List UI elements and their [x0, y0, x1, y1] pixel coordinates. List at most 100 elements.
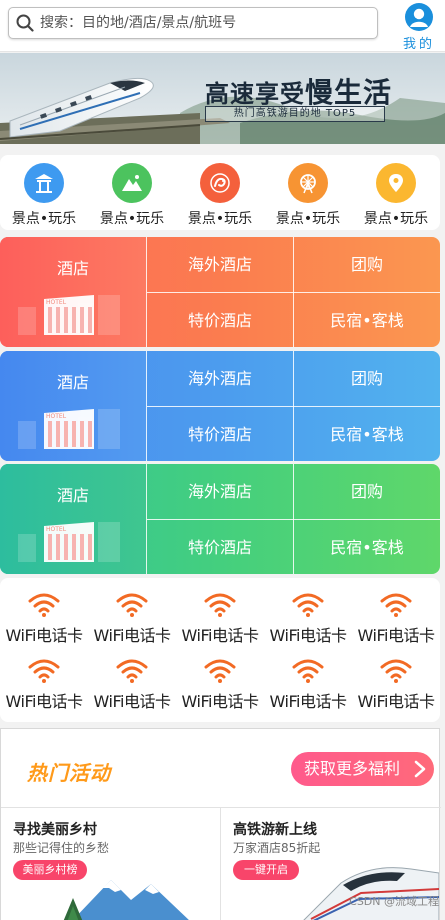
- wifi-card-item[interactable]: WiFi电话卡: [352, 582, 440, 648]
- wifi-card-item[interactable]: WiFi电话卡: [352, 648, 440, 714]
- mountain-icon: [112, 163, 152, 203]
- wifi-icon: [116, 593, 148, 617]
- wifi-card-label: WiFi电话卡: [5, 626, 83, 645]
- search-input[interactable]: [40, 11, 370, 35]
- overseas-hotel-tile[interactable]: 海外酒店: [147, 351, 293, 406]
- my-account-label: 我的: [402, 37, 435, 52]
- special-hotel-tile[interactable]: 特价酒店: [147, 293, 293, 347]
- overseas-hotel-tile[interactable]: 海外酒店: [147, 237, 293, 292]
- banner-title-emphasis: 慢生活: [305, 76, 393, 109]
- location-pin-icon: [376, 163, 416, 203]
- chevron-right-icon: [414, 760, 426, 778]
- hotel-grid-red: 酒店 HOTEL 海外酒店 团购 特价酒店 民宿•客栈: [0, 237, 440, 347]
- ferris-wheel-icon: [288, 163, 328, 203]
- category-label: 景点•玩乐: [363, 211, 429, 227]
- category-label: 景点•玩乐: [275, 211, 341, 227]
- promo-banner[interactable]: 高速享受慢生活 热门高铁游目的地 TOP5: [0, 53, 445, 144]
- category-item[interactable]: 景点•玩乐: [264, 155, 352, 230]
- more-benefits-button[interactable]: 获取更多福利: [291, 752, 434, 786]
- special-hotel-tile[interactable]: 特价酒店: [147, 407, 293, 461]
- banner-subtitle: 热门高铁游目的地 TOP5: [205, 106, 385, 122]
- homestay-tile[interactable]: 民宿•客栈: [294, 520, 440, 574]
- wifi-card-item[interactable]: WiFi电话卡: [88, 582, 176, 648]
- hotel-sign: HOTEL: [46, 299, 67, 306]
- pavilion-icon: [24, 163, 64, 203]
- wifi-card-item[interactable]: WiFi电话卡: [0, 582, 88, 648]
- wifi-card-item[interactable]: WiFi电话卡: [88, 648, 176, 714]
- section-divider: [1, 807, 441, 808]
- hotel-main-label: 酒店: [56, 373, 89, 392]
- wifi-card-item[interactable]: WiFi电话卡: [264, 648, 352, 714]
- category-item[interactable]: 景点•玩乐: [88, 155, 176, 230]
- wifi-card-item[interactable]: WiFi电话卡: [0, 648, 88, 714]
- wifi-card-grid: WiFi电话卡 WiFi电话卡 WiFi电话卡 WiFi电话卡 WiFi电话卡 …: [0, 578, 440, 722]
- hotel-building-icon: HOTEL: [18, 409, 120, 449]
- start-now-button[interactable]: 一键开启: [233, 860, 299, 880]
- section-divider: [220, 807, 221, 920]
- category-item[interactable]: 景点•玩乐: [352, 155, 440, 230]
- card-title: 高铁游新上线: [233, 822, 317, 838]
- wifi-card-label: WiFi电话卡: [181, 626, 259, 645]
- hotel-main-tile[interactable]: 酒店 HOTEL: [0, 237, 146, 347]
- wifi-icon: [380, 659, 412, 683]
- my-account-button[interactable]: 我的: [399, 3, 439, 52]
- wifi-card-item[interactable]: WiFi电话卡: [176, 582, 264, 648]
- hotel-main-label: 酒店: [56, 259, 89, 278]
- search-box[interactable]: [8, 7, 378, 39]
- card-title: 寻找美丽乡村: [13, 822, 97, 838]
- group-buy-tile[interactable]: 团购: [294, 464, 440, 519]
- wifi-icon: [204, 593, 236, 617]
- wifi-icon: [28, 659, 60, 683]
- hotel-main-tile[interactable]: 酒店 HOTEL: [0, 464, 146, 574]
- app-home-page: 我的: [0, 0, 445, 920]
- hotel-main-label: 酒店: [56, 486, 89, 505]
- homestay-tile[interactable]: 民宿•客栈: [294, 293, 440, 347]
- card-subtitle: 那些记得住的乡愁: [13, 841, 110, 855]
- wifi-icon: [292, 593, 324, 617]
- wifi-card-item[interactable]: WiFi电话卡: [176, 648, 264, 714]
- more-benefits-label: 获取更多福利: [304, 759, 401, 778]
- wifi-card-label: WiFi电话卡: [357, 626, 435, 645]
- wifi-card-label: WiFi电话卡: [93, 692, 171, 711]
- category-label: 景点•玩乐: [99, 211, 165, 227]
- overseas-hotel-tile[interactable]: 海外酒店: [147, 464, 293, 519]
- category-nav: 景点•玩乐 景点•玩乐 景点•玩乐 景点•玩乐 景点•玩乐: [0, 155, 440, 230]
- banner-title-prefix: 高速享受: [205, 79, 305, 108]
- category-label: 景点•玩乐: [187, 211, 253, 227]
- hotel-building-icon: HOTEL: [18, 522, 120, 562]
- hotel-main-tile[interactable]: 酒店 HOTEL: [0, 351, 146, 461]
- snow-mountain-illustration: [63, 880, 189, 920]
- wifi-card-label: WiFi电话卡: [181, 692, 259, 711]
- search-icon: [16, 14, 34, 32]
- category-item[interactable]: 景点•玩乐: [176, 155, 264, 230]
- wifi-icon: [28, 593, 60, 617]
- hot-activity-title: 热门活动: [27, 761, 111, 785]
- hot-activity-section: 热门活动 获取更多福利 寻找美丽乡村 那些记得住的乡愁 美丽乡村榜 高铁游新上线…: [0, 728, 441, 920]
- hotel-grid-green: 酒店 HOTEL 海外酒店 团购 特价酒店 民宿•客栈: [0, 464, 440, 574]
- hotel-grid-blue: 酒店 HOTEL 海外酒店 团购 特价酒店 民宿•客栈: [0, 351, 440, 461]
- user-avatar-icon: [405, 3, 433, 31]
- wifi-icon: [116, 659, 148, 683]
- category-item[interactable]: 景点•玩乐: [0, 155, 88, 230]
- hotel-sign: HOTEL: [46, 526, 67, 533]
- wifi-card-label: WiFi电话卡: [269, 626, 347, 645]
- top-bar: 我的: [0, 0, 445, 52]
- dragon-icon: [200, 163, 240, 203]
- special-hotel-tile[interactable]: 特价酒店: [147, 520, 293, 574]
- category-label: 景点•玩乐: [11, 211, 77, 227]
- banner-title: 高速享受慢生活: [205, 71, 392, 111]
- wifi-card-label: WiFi电话卡: [5, 692, 83, 711]
- group-buy-tile[interactable]: 团购: [294, 351, 440, 406]
- hotel-sign: HOTEL: [46, 413, 67, 420]
- card-subtitle: 万家酒店85折起: [233, 841, 321, 855]
- wifi-icon: [292, 659, 324, 683]
- wifi-card-label: WiFi电话卡: [93, 626, 171, 645]
- wifi-card-item[interactable]: WiFi电话卡: [264, 582, 352, 648]
- group-buy-tile[interactable]: 团购: [294, 237, 440, 292]
- wifi-card-label: WiFi电话卡: [357, 692, 435, 711]
- bullet-train-illustration: [303, 867, 439, 920]
- wifi-icon: [380, 593, 412, 617]
- homestay-tile[interactable]: 民宿•客栈: [294, 407, 440, 461]
- wifi-icon: [204, 659, 236, 683]
- watermark: CSDN @流域工程: [349, 895, 439, 908]
